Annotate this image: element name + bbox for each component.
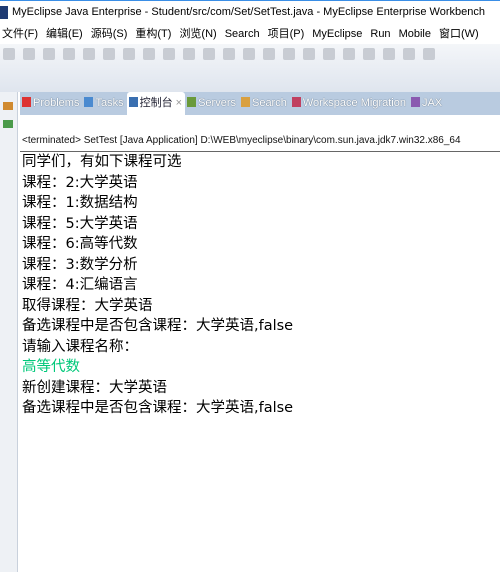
tasks-icon: [84, 97, 94, 107]
console-line: 备选课程中是否包含课程：大学英语,false: [22, 400, 294, 416]
tab-servers[interactable]: Servers: [185, 92, 239, 115]
view-tab-row: Problems Tasks 控制台 × Servers Search Workspace…: [20, 92, 500, 115]
servers-icon: [187, 97, 197, 107]
step-over-icon[interactable]: [203, 48, 215, 60]
console-line: 取得课程：大学英语: [22, 297, 153, 314]
new-dropdown-icon[interactable]: [23, 48, 35, 60]
save-all-icon[interactable]: [63, 48, 75, 60]
tab-jax[interactable]: JAX: [409, 92, 445, 115]
tab-workspace-migration[interactable]: Workspace Migration: [290, 92, 409, 115]
tab-search[interactable]: Search: [239, 92, 290, 115]
step-return-icon[interactable]: [223, 48, 235, 60]
console-header: <terminated> SetTest [Java Application] …: [22, 135, 461, 146]
print-icon[interactable]: [83, 48, 95, 60]
console-line: 课程：4:汇编语言: [22, 277, 138, 293]
menu-item[interactable]: 浏览(N): [179, 28, 216, 40]
resume-icon[interactable]: [103, 48, 115, 60]
tab-label: Workspace Migration: [302, 97, 406, 109]
console-line: 同学们，有如下课程可选: [22, 154, 182, 170]
menu-item[interactable]: 重构(T): [135, 28, 171, 40]
console-view: <terminated> SetTest [Java Application] …: [20, 115, 500, 572]
myeclipse-logo-icon: [0, 6, 8, 19]
tools-icon[interactable]: [383, 48, 395, 60]
new-icon[interactable]: [3, 48, 15, 60]
search-icon: [240, 97, 250, 107]
tab-problems[interactable]: Problems: [20, 92, 82, 115]
tab-label: 控制台: [139, 97, 173, 109]
tab-label: Search: [251, 97, 287, 109]
jax-icon: [410, 97, 420, 107]
menu-item[interactable]: Mobile: [399, 28, 431, 40]
console-line: 课程：1:数据结构: [22, 195, 138, 211]
problems-icon: [22, 97, 31, 107]
console-line: 新创建课程：大学英语: [22, 379, 167, 396]
menu-item[interactable]: 文件(F): [2, 28, 38, 40]
console-line: 课程：6:高等代数: [22, 236, 138, 252]
console-line: 课程：5:大学英语: [22, 215, 138, 232]
console-line: 高等代数: [22, 359, 80, 375]
close-tab-icon[interactable]: ×: [173, 97, 182, 109]
console-output[interactable]: 同学们，有如下课程可选 课程：2:大学英语 课程：1:数据结构 课程：5:大学英语 课程…: [22, 152, 498, 419]
menu-item[interactable]: 项目(P): [268, 28, 305, 40]
console-line: 请输入课程名称：: [22, 338, 138, 355]
web-icon[interactable]: [423, 48, 435, 60]
tab-label: Servers: [198, 97, 236, 109]
forward-icon[interactable]: [303, 48, 315, 60]
skip-icon[interactable]: [243, 48, 255, 60]
tab-label: Tasks: [95, 97, 124, 109]
run-dropdown-icon[interactable]: [363, 48, 375, 60]
title-bar: MyEclipse Java Enterprise - Student/src/…: [0, 0, 500, 25]
run-icon[interactable]: [343, 48, 355, 60]
menu-item[interactable]: MyEclipse: [312, 28, 362, 40]
tab-label: JAX: [421, 97, 443, 109]
menu-item[interactable]: 源码(S): [91, 28, 128, 40]
outline-icon[interactable]: [3, 120, 13, 128]
package-explorer-icon[interactable]: [3, 102, 13, 110]
console-line: 课程：2:大学英语: [22, 174, 138, 191]
menu-item[interactable]: 窗口(W): [439, 28, 479, 40]
next-annotation-icon[interactable]: [263, 48, 275, 60]
migration-icon: [291, 97, 301, 107]
menu-item[interactable]: 编辑(E): [46, 28, 83, 40]
step-icon[interactable]: [163, 48, 175, 60]
calendar-icon[interactable]: [403, 48, 415, 60]
toolbar: [0, 44, 500, 92]
step-into-icon[interactable]: [183, 48, 195, 60]
console-line: 课程：3:数学分析: [22, 256, 138, 273]
save-icon[interactable]: [43, 48, 55, 60]
window-title: MyEclipse Java Enterprise - Student/src/…: [12, 6, 485, 18]
tab-tasks[interactable]: Tasks: [82, 92, 126, 115]
menu-bar: 文件(F) 编辑(E) 源码(S) 重构(T) 浏览(N) Search 项目(P) MyEc…: [0, 25, 500, 59]
left-panel-minimized: [0, 92, 18, 572]
back-icon[interactable]: [283, 48, 295, 60]
suspend-icon[interactable]: [123, 48, 135, 60]
open-type-icon[interactable]: [323, 48, 335, 60]
menu-item[interactable]: Run: [370, 28, 390, 40]
tab-label: Problems: [33, 97, 80, 109]
console-line: 备选课程中是否包含课程：大学英语,false: [22, 318, 294, 334]
tab-控制台[interactable]: 控制台 ×: [126, 92, 186, 115]
terminate-icon[interactable]: [143, 48, 155, 60]
menu-item[interactable]: Search: [225, 28, 260, 40]
console-icon: [128, 97, 138, 107]
